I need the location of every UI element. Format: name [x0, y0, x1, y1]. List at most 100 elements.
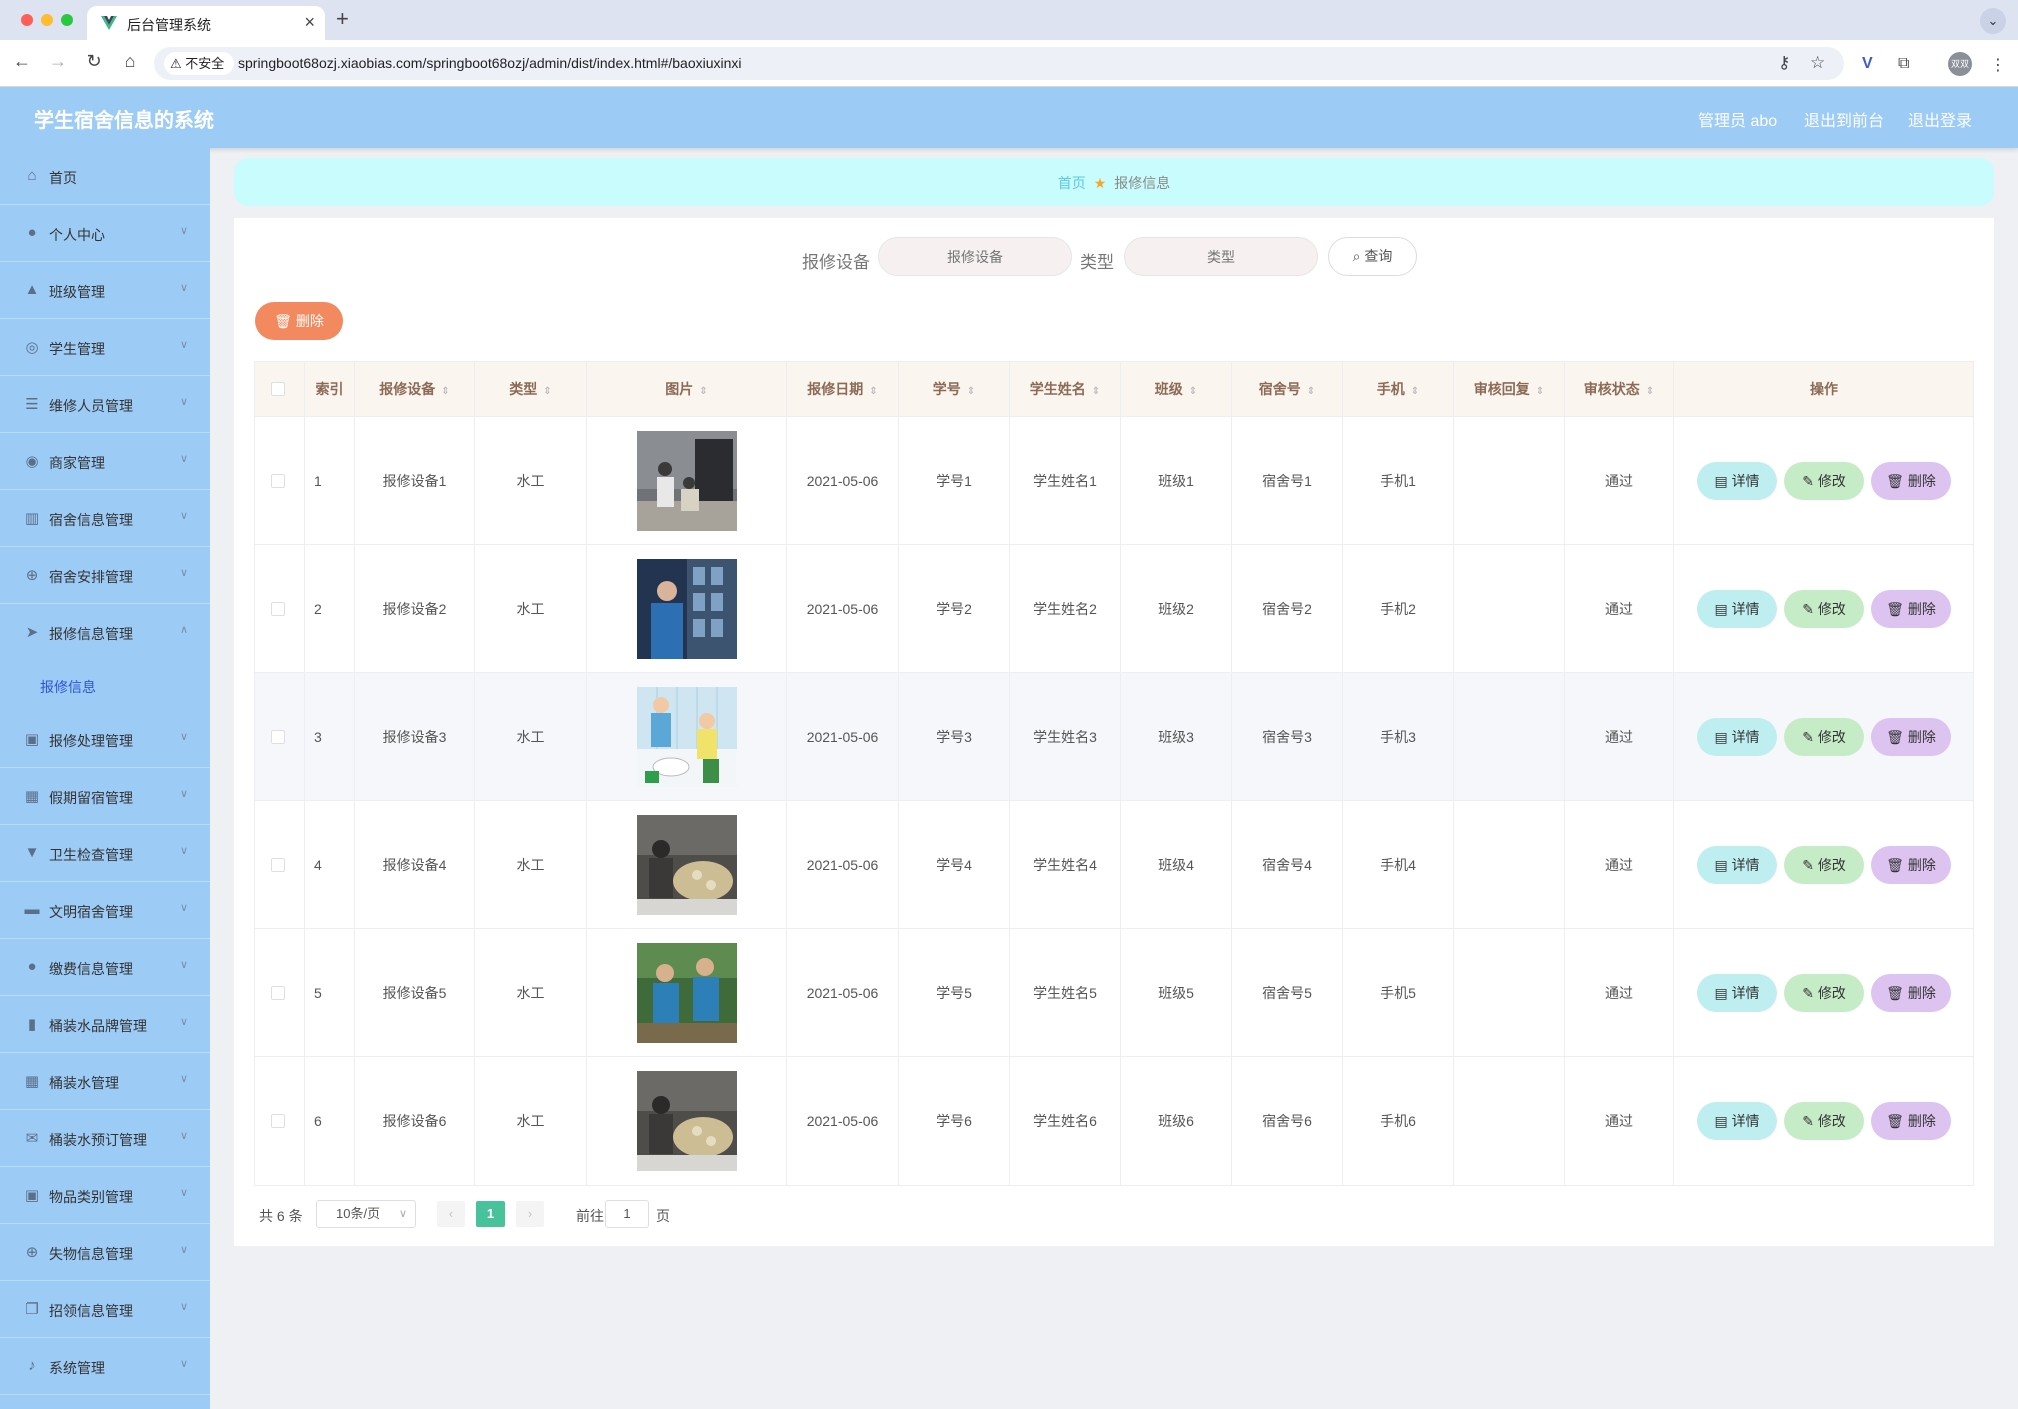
detail-button[interactable]: ▤ 详情 — [1697, 1102, 1777, 1140]
sidebar-item-claim-info[interactable]: ❐ 招领信息管理 ∨ — [0, 1281, 210, 1338]
repair-photo-thumbnail[interactable] — [636, 686, 737, 787]
query-button[interactable]: ⌕ 查询 — [1328, 237, 1417, 276]
sidebar-item-dorm-info[interactable]: ▥ 宿舍信息管理 ∨ — [0, 490, 210, 547]
row-checkbox[interactable] — [271, 1114, 285, 1128]
more-menu-icon[interactable]: ⋮ — [1990, 55, 2006, 75]
header-date[interactable]: 报修日期 ⇕ — [787, 362, 899, 416]
sort-icon[interactable]: ⇕ — [543, 386, 551, 397]
extensions-icon[interactable]: ⧉ — [1898, 55, 1909, 73]
row-checkbox[interactable] — [271, 601, 285, 616]
sidebar-item-lost-info[interactable]: ⊕ 失物信息管理 ∨ — [0, 1224, 210, 1281]
sort-icon[interactable]: ⇕ — [869, 386, 877, 397]
row-checkbox[interactable] — [271, 729, 285, 744]
tab-search-icon[interactable]: ⌄ — [1980, 8, 2006, 34]
repair-photo-thumbnail[interactable] — [636, 558, 737, 659]
front-link[interactable]: 退出到前台 — [1804, 107, 1884, 131]
sort-icon[interactable]: ⇕ — [1307, 386, 1315, 397]
detail-button[interactable]: ▤ 详情 — [1697, 461, 1777, 500]
delete-button[interactable]: 🗑 删除 — [1871, 461, 1951, 500]
header-student-name[interactable]: 学生姓名 ⇕ — [1010, 362, 1121, 416]
detail-button[interactable]: ▤ 详情 — [1697, 717, 1777, 756]
next-page-button[interactable]: › — [516, 1201, 544, 1227]
extension-v-icon[interactable]: V — [1862, 55, 1873, 73]
header-student-no[interactable]: 学号 ⇕ — [899, 362, 1010, 416]
sidebar-item-civil-dorm[interactable]: ▬ 文明宿舍管理 ∨ — [0, 882, 210, 939]
sidebar-item-dorm-arrange[interactable]: ⊕ 宿舍安排管理 ∨ — [0, 547, 210, 604]
sidebar-subitem-repair-info[interactable]: 报修信息 — [0, 661, 210, 711]
page-size-select[interactable]: 10条/页 ∨ — [316, 1200, 416, 1228]
row-checkbox[interactable] — [271, 985, 285, 1000]
repair-photo-thumbnail[interactable] — [636, 814, 737, 915]
sort-icon[interactable]: ⇕ — [1646, 386, 1654, 397]
sidebar-item-water[interactable]: ▦ 桶装水管理 ∨ — [0, 1053, 210, 1110]
repair-photo-thumbnail[interactable] — [636, 430, 737, 531]
repair-photo-thumbnail[interactable] — [636, 942, 737, 1043]
batch-delete-button[interactable]: 🗑 删除 — [255, 302, 343, 340]
sidebar-item-item-category[interactable]: ▣ 物品类别管理 ∨ — [0, 1167, 210, 1224]
type-search-input[interactable] — [1124, 237, 1318, 276]
sidebar-item-student[interactable]: ◎ 学生管理 ∨ — [0, 319, 210, 376]
sidebar-item-merchant[interactable]: ◉ 商家管理 ∨ — [0, 433, 210, 490]
sort-icon[interactable]: ⇕ — [1092, 386, 1100, 397]
header-dorm[interactable]: 宿舍号 ⇕ — [1232, 362, 1343, 416]
forward-icon[interactable]: → — [46, 51, 70, 72]
sidebar-item-profile[interactable]: ● 个人中心 ∨ — [0, 205, 210, 262]
breadcrumb-home[interactable]: 首页 — [1058, 175, 1086, 191]
prev-page-button[interactable]: ‹ — [437, 1201, 465, 1227]
sidebar-item-repairers[interactable]: ☰ 维修人员管理 ∨ — [0, 376, 210, 433]
sidebar-item-class[interactable]: ▲ 班级管理 ∨ — [0, 262, 210, 319]
row-checkbox[interactable] — [271, 857, 285, 872]
header-type[interactable]: 类型 ⇕ — [475, 362, 587, 416]
avatar[interactable]: 双双 — [1948, 52, 1972, 76]
home-icon[interactable]: ⌂ — [118, 51, 142, 72]
maximize-window-button[interactable] — [61, 14, 73, 26]
minimize-window-button[interactable] — [41, 14, 53, 26]
address-bar[interactable]: ⚠ 不安全 springboot68ozj.xiaobias.com/sprin… — [154, 47, 1844, 80]
header-class[interactable]: 班级 ⇕ — [1121, 362, 1232, 416]
edit-button[interactable]: ✎ 修改 — [1784, 845, 1864, 884]
header-status[interactable]: 审核状态 ⇕ — [1565, 362, 1674, 416]
device-search-input[interactable] — [878, 237, 1072, 276]
sort-icon[interactable]: ⇕ — [967, 386, 975, 397]
sidebar-item-payment[interactable]: ● 缴费信息管理 ∨ — [0, 939, 210, 996]
insecure-badge[interactable]: ⚠ 不安全 — [164, 52, 235, 75]
new-tab-icon[interactable]: + — [336, 6, 349, 32]
sidebar-item-repair-handle[interactable]: ▣ 报修处理管理 ∨ — [0, 711, 210, 768]
sidebar-item-repair-info[interactable]: ➤ 报修信息管理 ∧ — [0, 604, 210, 661]
sidebar-item-holiday-stay[interactable]: ▦ 假期留宿管理 ∨ — [0, 768, 210, 825]
goto-page-input[interactable]: 1 — [605, 1200, 649, 1228]
row-checkbox[interactable] — [271, 473, 285, 488]
header-device[interactable]: 报修设备 ⇕ — [355, 362, 475, 416]
reload-icon[interactable]: ↻ — [82, 51, 106, 72]
detail-button[interactable]: ▤ 详情 — [1697, 973, 1777, 1012]
sort-icon[interactable]: ⇕ — [441, 386, 449, 397]
delete-button[interactable]: 🗑 删除 — [1871, 589, 1951, 628]
sidebar-item-hygiene[interactable]: ▼ 卫生检查管理 ∨ — [0, 825, 210, 882]
detail-button[interactable]: ▤ 详情 — [1697, 845, 1777, 884]
header-image[interactable]: 图片 ⇕ — [587, 362, 787, 416]
current-page[interactable]: 1 — [476, 1201, 505, 1227]
back-icon[interactable]: ← — [10, 51, 34, 72]
sort-icon[interactable]: ⇕ — [699, 386, 707, 397]
sidebar-item-system[interactable]: ♪ 系统管理 ∨ — [0, 1338, 210, 1395]
edit-button[interactable]: ✎ 修改 — [1784, 589, 1864, 628]
key-icon[interactable]: ⚷ — [1778, 53, 1790, 73]
edit-button[interactable]: ✎ 修改 — [1784, 1102, 1864, 1140]
close-window-button[interactable] — [21, 14, 33, 26]
repair-photo-thumbnail[interactable] — [636, 1071, 737, 1171]
delete-button[interactable]: 🗑 删除 — [1871, 717, 1951, 756]
browser-tab[interactable]: 后台管理系统 × — [87, 6, 325, 40]
sort-icon[interactable]: ⇕ — [1536, 386, 1544, 397]
delete-button[interactable]: 🗑 删除 — [1871, 845, 1951, 884]
sidebar-item-water-brand[interactable]: ▮ 桶装水品牌管理 ∨ — [0, 996, 210, 1053]
header-phone[interactable]: 手机 ⇕ — [1343, 362, 1454, 416]
edit-button[interactable]: ✎ 修改 — [1784, 973, 1864, 1012]
sort-icon[interactable]: ⇕ — [1411, 386, 1419, 397]
sidebar-item-home[interactable]: ⌂ 首页 — [0, 148, 210, 205]
delete-button[interactable]: 🗑 删除 — [1871, 1102, 1951, 1140]
delete-button[interactable]: 🗑 删除 — [1871, 973, 1951, 1012]
select-all-checkbox[interactable] — [271, 382, 285, 396]
sidebar-item-water-order[interactable]: ✉ 桶装水预订管理 ∨ — [0, 1110, 210, 1167]
detail-button[interactable]: ▤ 详情 — [1697, 589, 1777, 628]
sort-icon[interactable]: ⇕ — [1189, 386, 1197, 397]
